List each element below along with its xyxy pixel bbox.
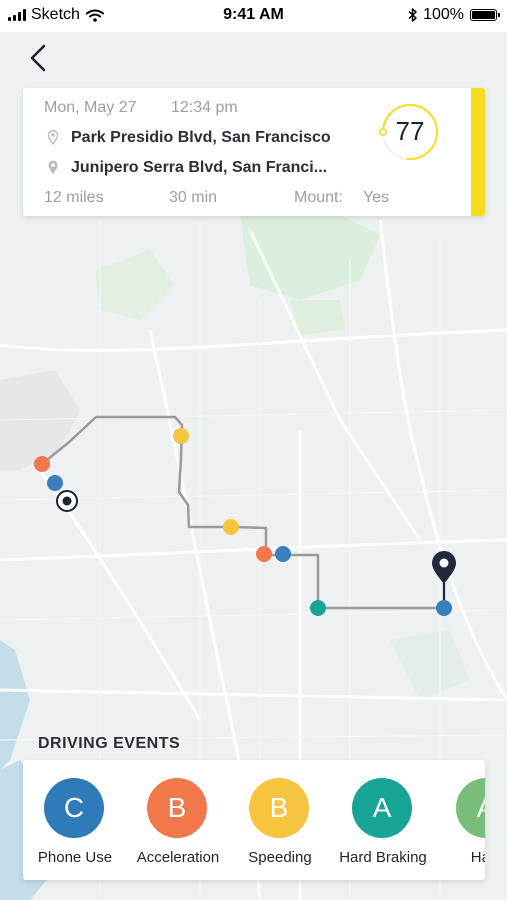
trip-summary-card[interactable]: Mon, May 27 12:34 pm Park Presidio Blvd,…: [23, 88, 485, 216]
event-label: Hard: [470, 849, 485, 866]
trip-distance: 12 miles: [44, 189, 104, 206]
phone-use-event-dot: [436, 600, 452, 616]
event-acceleration[interactable]: B Acceleration: [126, 760, 230, 880]
mount-value: Yes: [363, 189, 390, 206]
origin-pin-icon: [47, 129, 59, 145]
acceleration-event-dot: [34, 456, 50, 472]
destination-address: Junipero Serra Blvd, San Franci...: [71, 159, 328, 176]
trip-score: 77: [395, 116, 425, 146]
speeding-event-dot: [173, 428, 189, 444]
mount-label: Mount:: [294, 189, 343, 206]
event-hard[interactable]: A Hard: [435, 760, 485, 880]
event-speeding[interactable]: B Speeding: [228, 760, 332, 880]
bluetooth-icon: [408, 8, 417, 22]
acceleration-event-dot: [256, 546, 272, 562]
status-bar: Sketch 9:41 AM 100%: [0, 0, 507, 32]
trip-date: Mon, May 27: [44, 99, 137, 116]
grade-badge: A: [456, 778, 485, 838]
back-button[interactable]: [24, 40, 56, 76]
event-hard-braking[interactable]: A Hard Braking: [331, 760, 435, 880]
battery-percentage: 100%: [423, 6, 464, 23]
trip-time: 12:34 pm: [171, 99, 238, 116]
event-phone-use[interactable]: C Phone Use: [23, 760, 127, 880]
hard-braking-event-dot: [310, 600, 326, 616]
driving-events-panel[interactable]: C Phone Use B Acceleration B Speeding A …: [23, 760, 485, 880]
driving-events-title: DRIVING EVENTS: [38, 735, 181, 752]
battery-icon: [470, 9, 500, 21]
trip-duration: 30 min: [169, 189, 218, 206]
score-accent-bar: [471, 88, 485, 216]
speeding-event-dot: [223, 519, 239, 535]
grade-badge: C: [44, 778, 104, 838]
grade-badge: B: [147, 778, 207, 838]
grade-badge: A: [352, 778, 412, 838]
destination-pin-icon: [48, 160, 58, 174]
chevron-left-icon: [30, 44, 46, 72]
origin-address: Park Presidio Blvd, San Francisco: [71, 129, 331, 146]
status-right: 100%: [408, 6, 500, 24]
start-marker-icon: [56, 490, 78, 512]
phone-use-event-dot: [275, 546, 291, 562]
phone-use-event-dot: [47, 475, 63, 491]
grade-badge: B: [249, 778, 309, 838]
